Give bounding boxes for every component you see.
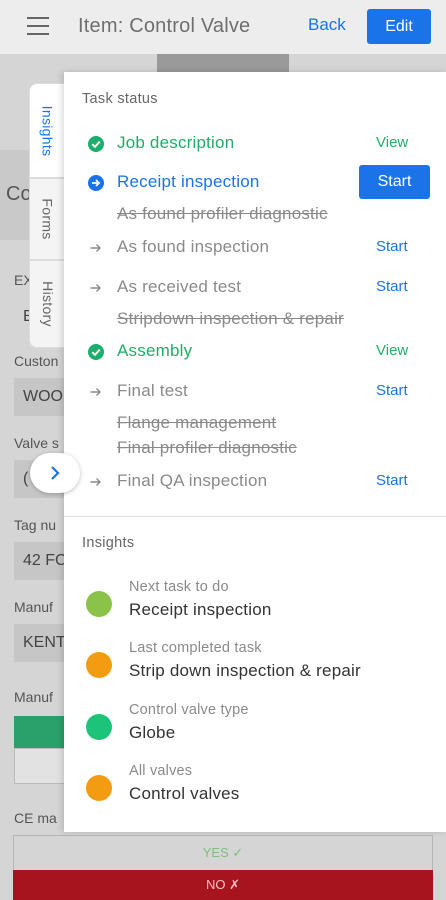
field-label: Custon [14,353,59,369]
hamburger-menu-icon[interactable] [27,17,49,37]
task-label: As found inspection [117,237,270,256]
tab-history-label: History [39,281,56,327]
task-label: Final QA inspection [117,471,268,490]
task-row: Job description View [64,131,446,157]
insight-caption: Control valve type [129,702,249,718]
field-value: 42 FC [23,552,67,569]
task-row-skipped: As found profiler diagnostic [64,202,446,228]
tab-history[interactable]: History [29,260,65,348]
item-image [157,54,289,74]
back-button[interactable]: Back [308,15,346,35]
task-row: As received test Start [64,275,446,301]
start-button[interactable]: Start [376,472,408,489]
task-status-title: Task status [82,91,158,107]
arrow-circle-right-icon [88,175,104,191]
tab-insights-label: Insights [39,105,56,156]
status-dot [86,652,112,678]
start-button[interactable]: Start [376,278,408,295]
insights-panel: Task status Job description View Receipt… [64,72,446,832]
insight-item: Last completed task Strip down inspectio… [64,640,446,690]
field-value: ( [23,470,29,487]
insight-value: Globe [129,723,176,742]
start-button-primary[interactable]: Start [359,165,430,199]
task-label: Assembly [117,341,193,360]
task-row-skipped: Flange management [64,411,446,437]
task-row-skipped: Final profiler diagnostic [64,436,446,462]
field-value: WOO [23,388,63,405]
task-label: Receipt inspection [117,172,260,191]
arrow-right-icon [90,284,101,292]
task-row-skipped: Stripdown inspection & repair [64,307,446,333]
status-dot [86,775,112,801]
background-card-text: Co [6,183,32,205]
status-dot [86,591,112,617]
insight-item: Control valve type Globe [64,702,446,752]
tab-forms-label: Forms [39,198,56,240]
task-label: Stripdown inspection & repair [117,309,344,328]
status-dot [86,714,112,740]
check-circle-icon [88,344,104,360]
insight-caption: All valves [129,763,193,779]
field-label: Manuf [14,599,53,615]
arrow-right-icon [90,244,101,252]
task-label: As received test [117,277,242,296]
task-row: Assembly View [64,339,446,365]
task-label: As found profiler diagnostic [117,204,328,223]
yes-button[interactable]: YES ✓ [13,835,433,871]
insight-caption: Next task to do [129,579,229,595]
start-button[interactable]: Start [376,238,408,255]
insights-title: Insights [82,535,135,551]
insight-value: Receipt inspection [129,600,272,619]
insight-value: Strip down inspection & repair [129,661,361,680]
top-app-bar: Item: Control Valve Back Edit [0,0,446,54]
edit-button[interactable]: Edit [367,9,431,44]
arrow-right-icon [90,478,101,486]
task-label: Final profiler diagnostic [117,438,297,457]
check-circle-icon [88,136,104,152]
task-label: Final test [117,381,188,400]
field-label: Tag nu [14,517,57,533]
task-row: Final QA inspection Start [64,469,446,495]
collapse-panel-button[interactable] [30,453,80,493]
task-label: Job description [117,133,235,152]
insight-value: Control valves [129,784,240,803]
arrow-right-icon [90,388,101,396]
chevron-right-icon [51,466,60,480]
task-row: Final test Start [64,379,446,405]
start-button[interactable]: Start [376,382,408,399]
task-label: Flange management [117,413,277,432]
tab-insights[interactable]: Insights [29,83,65,178]
insight-item: All valves Control valves [64,763,446,813]
insight-caption: Last completed task [129,640,262,656]
field-value: KENT [23,634,66,651]
task-row: As found inspection Start [64,235,446,261]
ce-marking-label: CE ma [14,810,57,826]
page-title: Item: Control Valve [78,15,251,37]
tab-forms[interactable]: Forms [29,178,65,260]
view-button[interactable]: View [376,342,408,359]
field-label: Manuf [14,689,53,705]
no-button[interactable]: NO ✗ [13,870,433,900]
view-button[interactable]: View [376,134,408,151]
field-label: Valve s [14,435,59,451]
insight-item: Next task to do Receipt inspection [64,579,446,629]
divider [64,516,446,517]
